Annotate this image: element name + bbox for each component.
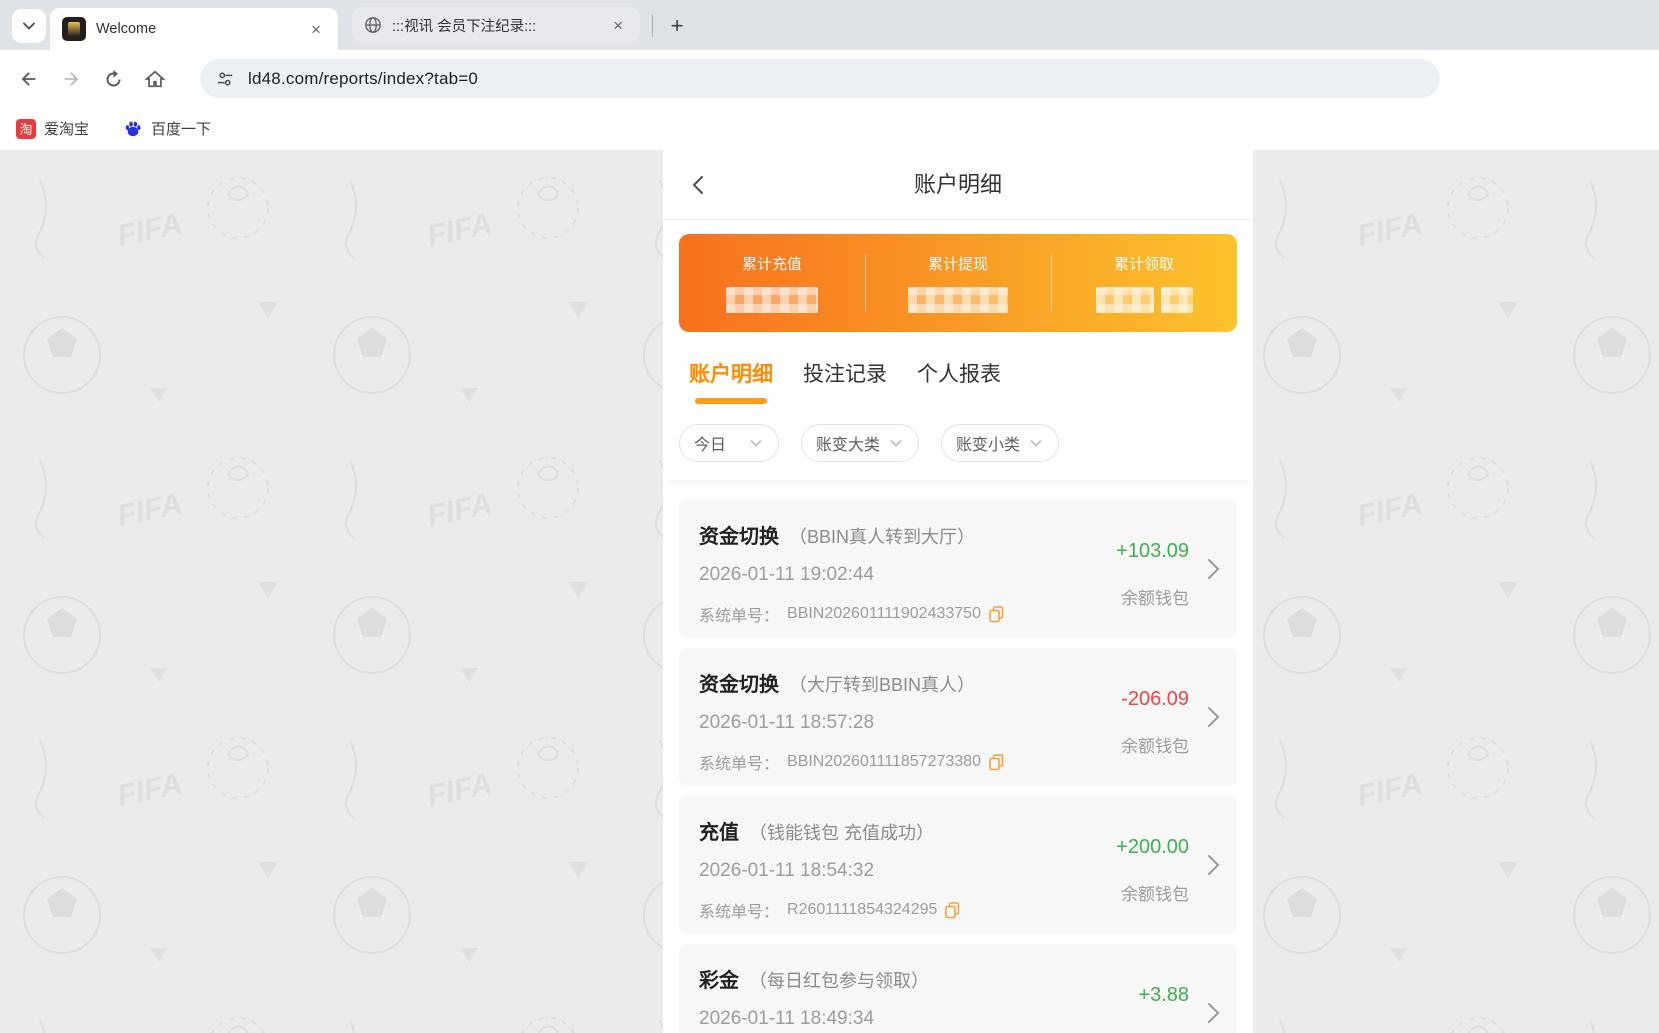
total-deposit: 累计充值 [679, 234, 865, 332]
record-type: 彩金（每日红包参与领取） [699, 964, 929, 993]
chevron-down-icon [21, 18, 37, 34]
record-order-row: 系统单号： BBIN202601111857273380 [699, 750, 1004, 774]
record-order-row: 系统单号： R2601111854324295 [699, 898, 960, 922]
record-amount: +200.00 [1116, 836, 1189, 859]
back-arrow-icon[interactable] [687, 173, 711, 197]
panel-header: 账户明细 [663, 150, 1253, 220]
record-type: 充值（钱能钱包 充值成功） [699, 816, 934, 845]
masked-value [908, 287, 1008, 313]
record-amount: +103.09 [1116, 540, 1189, 563]
record-card[interactable]: 资金切换（大厅转到BBIN真人） 2026-01-11 18:57:28 系统单… [679, 648, 1237, 786]
record-list: 资金切换（BBIN真人转到大厅） 2026-01-11 19:02:44 系统单… [663, 480, 1253, 1033]
order-number: BBIN202601111902433750 [787, 605, 981, 623]
chevron-right-icon[interactable] [1203, 705, 1223, 734]
filter-major-category[interactable]: 账变大类 [801, 424, 919, 462]
globe-icon [364, 16, 382, 34]
baidu-paw-icon [123, 119, 143, 139]
browser-tab-betting-records[interactable]: :::视讯 会员下注纪录::: × [352, 7, 640, 43]
summary-label: 累计领取 [1114, 253, 1174, 274]
tab-personal-report[interactable]: 个人报表 [917, 358, 1001, 410]
masked-value [726, 287, 818, 313]
tab-bet-records[interactable]: 投注记录 [803, 358, 887, 410]
record-wallet: 余额钱包 [1121, 584, 1189, 609]
close-icon[interactable]: × [608, 15, 628, 36]
taobao-icon: 淘 [16, 119, 36, 139]
back-button[interactable] [14, 64, 44, 94]
filter-minor-category[interactable]: 账变小类 [941, 424, 1059, 462]
record-note: （钱能钱包 充值成功） [749, 823, 934, 843]
tab-separator [652, 15, 653, 37]
tab-search-button[interactable] [12, 9, 46, 43]
bookmark-taobao[interactable]: 淘 爱淘宝 [16, 118, 89, 139]
total-claimed: 累计领取 [1051, 234, 1237, 332]
site-settings-icon[interactable] [216, 70, 234, 88]
total-withdraw: 累计提现 [865, 234, 1051, 332]
chevron-down-icon [888, 435, 904, 451]
record-card[interactable]: 彩金（每日红包参与领取） 2026-01-11 18:49:34 系统单号：20… [679, 944, 1237, 1033]
copy-icon[interactable] [989, 606, 1004, 623]
chevron-right-icon[interactable] [1203, 853, 1223, 882]
address-bar[interactable]: ld48.com/reports/index?tab=0 [200, 59, 1440, 98]
record-time: 2026-01-11 19:02:44 [699, 564, 874, 586]
reload-button[interactable] [98, 64, 128, 94]
bookmark-label: 爱淘宝 [44, 118, 89, 139]
summary-label: 累计充值 [742, 253, 802, 274]
record-time: 2026-01-11 18:49:34 [699, 1008, 874, 1030]
bookmarks-bar: 淘 爱淘宝 百度一下 [0, 107, 1659, 151]
record-type: 资金切换（BBIN真人转到大厅） [699, 520, 975, 549]
order-prefix: 系统单号： [699, 898, 779, 922]
home-button[interactable] [140, 64, 170, 94]
tab-title: :::视讯 会员下注纪录::: [392, 15, 608, 36]
filter-label: 账变小类 [956, 431, 1020, 455]
chevron-right-icon[interactable] [1203, 557, 1223, 586]
order-number: R2601111854324295 [787, 901, 937, 919]
record-note: （大厅转到BBIN真人） [789, 675, 975, 695]
order-number: BBIN202601111857273380 [787, 753, 981, 771]
summary-label: 累计提现 [928, 253, 988, 274]
chevron-down-icon [1028, 435, 1044, 451]
masked-value [1096, 287, 1193, 313]
totals-summary-card: 累计充值 累计提现 累计领取 [679, 234, 1237, 332]
filter-bar: 今日 账变大类 账变小类 [663, 410, 1253, 480]
record-amount: +3.88 [1138, 984, 1189, 1007]
browser-toolbar: ld48.com/reports/index?tab=0 [0, 50, 1659, 107]
copy-icon[interactable] [989, 754, 1004, 771]
order-prefix: 系统单号： [699, 750, 779, 774]
bookmark-baidu[interactable]: 百度一下 [123, 118, 211, 139]
order-prefix: 系统单号： [699, 602, 779, 626]
browser-tab-strip: Welcome × :::视讯 会员下注纪录::: × + [0, 0, 1659, 50]
url-text: ld48.com/reports/index?tab=0 [248, 69, 478, 89]
record-card[interactable]: 充值（钱能钱包 充值成功） 2026-01-11 18:54:32 系统单号： R… [679, 796, 1237, 934]
report-tabs: 账户明细 投注记录 个人报表 [663, 358, 1253, 410]
close-icon[interactable]: × [306, 19, 326, 40]
account-detail-panel: 账户明细 累计充值 累计提现 累计领取 账户明细 投注记录 个人报表 今日 账变… [663, 150, 1253, 1033]
filter-label: 今日 [694, 431, 726, 455]
new-tab-button[interactable]: + [662, 11, 692, 41]
chevron-right-icon[interactable] [1203, 1001, 1223, 1030]
tab-title: Welcome [96, 21, 306, 37]
filter-label: 账变大类 [816, 431, 880, 455]
record-wallet: 余额钱包 [1121, 732, 1189, 757]
tab-account-detail[interactable]: 账户明细 [689, 358, 773, 410]
filter-date[interactable]: 今日 [679, 424, 779, 462]
game-site-icon [62, 17, 86, 41]
copy-icon[interactable] [945, 902, 960, 919]
browser-tab-welcome[interactable]: Welcome × [50, 8, 338, 50]
record-wallet: 余额钱包 [1121, 1028, 1189, 1033]
record-time: 2026-01-11 18:54:32 [699, 860, 874, 882]
record-card[interactable]: 资金切换（BBIN真人转到大厅） 2026-01-11 19:02:44 系统单… [679, 500, 1237, 638]
record-order-row: 系统单号： BBIN202601111902433750 [699, 602, 1004, 626]
record-note: （BBIN真人转到大厅） [789, 527, 975, 547]
record-time: 2026-01-11 18:57:28 [699, 712, 874, 734]
record-amount: -206.09 [1121, 688, 1189, 711]
record-note: （每日红包参与领取） [749, 971, 929, 991]
record-type: 资金切换（大厅转到BBIN真人） [699, 668, 975, 697]
page-title: 账户明细 [663, 150, 1253, 219]
bookmark-label: 百度一下 [151, 118, 211, 139]
forward-button[interactable] [56, 64, 86, 94]
record-wallet: 余额钱包 [1121, 880, 1189, 905]
chevron-down-icon [748, 435, 764, 451]
